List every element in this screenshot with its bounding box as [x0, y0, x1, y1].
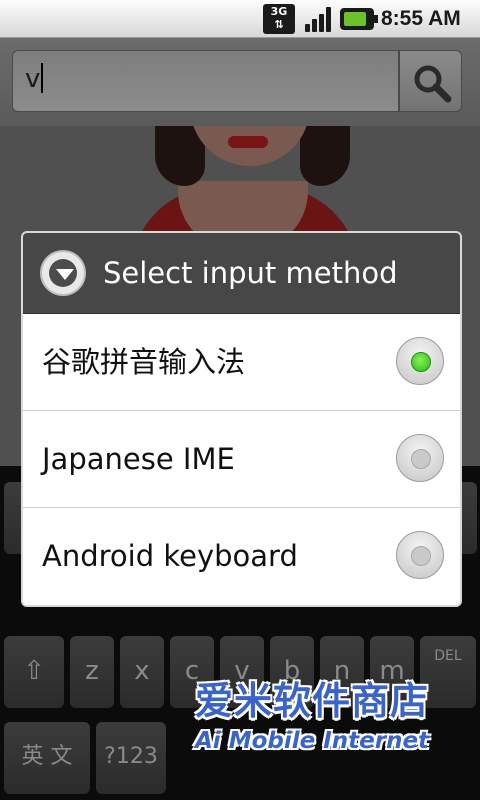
watermark-english-text: Ai Mobile Internet	[195, 728, 430, 754]
text-caret	[41, 63, 44, 93]
select-input-method-dialog: Select input method 谷歌拼音输入法 Japanese IME…	[21, 231, 462, 607]
network-3g-icon: 3G ⇅	[263, 4, 295, 34]
battery-charging-icon	[340, 8, 378, 30]
signal-strength-icon	[303, 4, 335, 34]
dropdown-arrow-icon	[40, 250, 86, 296]
option-label: Japanese IME	[42, 442, 235, 476]
dialog-title-bar: Select input method	[23, 233, 460, 314]
input-method-option-android-keyboard[interactable]: Android keyboard	[23, 508, 460, 605]
network-type-label: 3G	[270, 5, 288, 18]
status-bar: 3G ⇅ 8:55 AM	[0, 0, 480, 38]
input-method-option-japanese-ime[interactable]: Japanese IME	[23, 411, 460, 508]
keyboard-key-z[interactable]: z	[70, 636, 114, 708]
option-label: 谷歌拼音输入法	[42, 345, 246, 379]
search-button[interactable]	[399, 50, 462, 112]
option-label: Android keyboard	[42, 539, 298, 573]
dialog-title: Select input method	[103, 256, 398, 290]
shift-key[interactable]: ⇧	[4, 636, 64, 708]
keyboard-key-x[interactable]: x	[120, 636, 164, 708]
watermark-logo: 爱米软件商店 Ai Mobile Internet	[195, 678, 455, 766]
clock: 8:55 AM	[381, 7, 461, 30]
input-method-option-google-pinyin[interactable]: 谷歌拼音输入法	[23, 314, 460, 411]
search-icon	[414, 65, 452, 103]
symbols-key[interactable]: ?123	[96, 722, 166, 794]
radio-button[interactable]	[396, 434, 444, 482]
radio-button-selected[interactable]	[396, 337, 444, 385]
search-input[interactable]: v	[12, 50, 399, 112]
delete-key-label: DEL	[434, 648, 462, 664]
radio-button[interactable]	[396, 531, 444, 579]
language-switch-key[interactable]: 英 文	[4, 722, 90, 794]
search-bar: v	[0, 38, 480, 126]
watermark-chinese-text: 爱米软件商店	[195, 679, 430, 723]
search-input-value: v	[25, 64, 41, 94]
